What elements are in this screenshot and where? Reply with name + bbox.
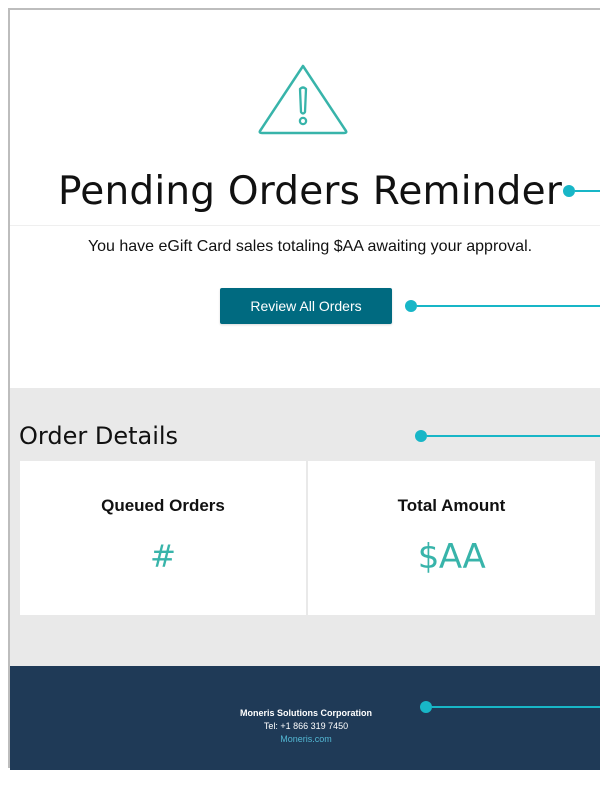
footer-website-link[interactable]: Moneris.com (280, 734, 332, 744)
title-divider (10, 225, 600, 226)
footer-callout-dot (420, 701, 432, 713)
footer-contact-block: Moneris Solutions Corporation Tel: +1 86… (10, 707, 600, 746)
title-callout-line (575, 190, 600, 192)
reminder-header-section: Pending Orders Reminder You have eGift C… (10, 10, 600, 388)
footer-phone: Tel: +1 866 319 7450 (263, 721, 349, 731)
email-preview-frame: Pending Orders Reminder You have eGift C… (8, 8, 600, 770)
order-details-section: Order Details Queued Orders # Total Amou… (10, 388, 600, 666)
queued-orders-value: # (150, 539, 176, 575)
total-amount-card: Total Amount $AA (308, 461, 595, 615)
total-amount-label: Total Amount (397, 496, 506, 515)
button-callout-dot (405, 300, 417, 312)
details-callout-dot (415, 430, 427, 442)
button-callout-line (417, 305, 600, 307)
page-title: Pending Orders Reminder (57, 169, 563, 214)
queued-orders-label: Queued Orders (101, 496, 225, 515)
reminder-message: You have eGift Card sales totaling $AA a… (87, 238, 533, 255)
title-callout-dot (563, 185, 575, 197)
company-footer: Moneris Solutions Corporation Tel: +1 86… (10, 666, 600, 770)
footer-company-name: Moneris Solutions Corporation (240, 708, 372, 718)
footer-callout-line (432, 706, 600, 708)
details-callout-line (427, 435, 600, 437)
warning-triangle-icon (258, 64, 348, 135)
order-details-heading: Order Details (19, 422, 179, 450)
queued-orders-card: Queued Orders # (20, 461, 306, 615)
review-all-orders-button[interactable]: Review All Orders (220, 288, 392, 324)
total-amount-value: $AA (417, 537, 486, 577)
